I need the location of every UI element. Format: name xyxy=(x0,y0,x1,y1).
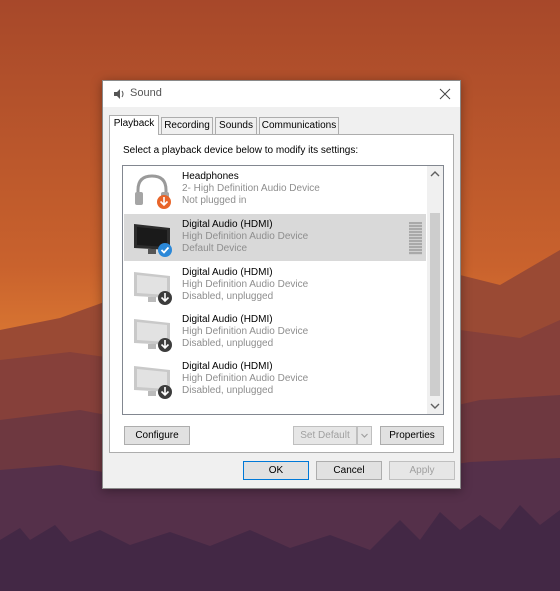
window-title: Sound xyxy=(130,87,162,99)
device-name: Digital Audio (HDMI) xyxy=(182,314,273,325)
device-description: High Definition Audio Device xyxy=(182,373,309,384)
device-description: High Definition Audio Device xyxy=(182,326,309,337)
tab-communications[interactable]: Communications xyxy=(259,117,339,134)
chevron-down-icon xyxy=(361,433,368,438)
properties-button[interactable]: Properties xyxy=(380,426,444,445)
close-icon[interactable] xyxy=(436,85,454,103)
device-name: Digital Audio (HDMI) xyxy=(182,219,273,230)
set-default-dropdown[interactable] xyxy=(357,426,372,445)
monitor-icon xyxy=(134,366,172,399)
device-status: Disabled, unplugged xyxy=(182,291,274,302)
list-item-hdmi-4[interactable]: Digital Audio (HDMI) High Definition Aud… xyxy=(124,356,426,403)
device-list: Headphones 2- High Definition Audio Devi… xyxy=(122,165,444,415)
scroll-down-icon[interactable] xyxy=(427,398,443,414)
list-item-hdmi-2[interactable]: Digital Audio (HDMI) High Definition Aud… xyxy=(124,262,426,309)
volume-level-meter xyxy=(409,222,422,255)
list-scrollbar[interactable] xyxy=(427,166,443,414)
instruction-text: Select a playback device below to modify… xyxy=(123,145,359,156)
device-name: Headphones xyxy=(182,171,239,182)
list-item-hdmi-3[interactable]: Digital Audio (HDMI) High Definition Aud… xyxy=(124,309,426,356)
playback-panel: Select a playback device below to modify… xyxy=(109,134,454,453)
scroll-up-icon[interactable] xyxy=(427,166,443,182)
monitor-icon xyxy=(134,224,172,257)
set-default-button[interactable]: Set Default xyxy=(293,426,357,445)
configure-button[interactable]: Configure xyxy=(124,426,190,445)
headphones-icon xyxy=(135,174,171,209)
list-item-hdmi-default[interactable]: Digital Audio (HDMI) High Definition Aud… xyxy=(124,214,426,261)
device-status: Disabled, unplugged xyxy=(182,385,274,396)
monitor-icon xyxy=(134,272,172,305)
device-status: Default Device xyxy=(182,243,248,254)
title-bar: Sound xyxy=(103,81,460,107)
device-name: Digital Audio (HDMI) xyxy=(182,361,273,372)
monitor-icon xyxy=(134,319,172,352)
tab-sounds[interactable]: Sounds xyxy=(215,117,257,134)
device-description: High Definition Audio Device xyxy=(182,231,309,242)
device-description: 2- High Definition Audio Device xyxy=(182,183,320,194)
speaker-icon xyxy=(114,89,124,99)
device-name: Digital Audio (HDMI) xyxy=(182,267,273,278)
tab-playback[interactable]: Playback xyxy=(109,115,159,135)
check-badge xyxy=(158,243,172,257)
ok-button[interactable]: OK xyxy=(243,461,309,480)
tab-recording[interactable]: Recording xyxy=(161,117,213,134)
sound-dialog: Sound Playback Recording Sounds Communic… xyxy=(102,80,461,489)
device-status: Not plugged in xyxy=(182,195,247,206)
apply-button[interactable]: Apply xyxy=(389,461,455,480)
list-item-headphones[interactable]: Headphones 2- High Definition Audio Devi… xyxy=(124,166,426,213)
cancel-button[interactable]: Cancel xyxy=(316,461,382,480)
device-description: High Definition Audio Device xyxy=(182,279,309,290)
scroll-thumb[interactable] xyxy=(430,213,440,396)
device-status: Disabled, unplugged xyxy=(182,338,274,349)
